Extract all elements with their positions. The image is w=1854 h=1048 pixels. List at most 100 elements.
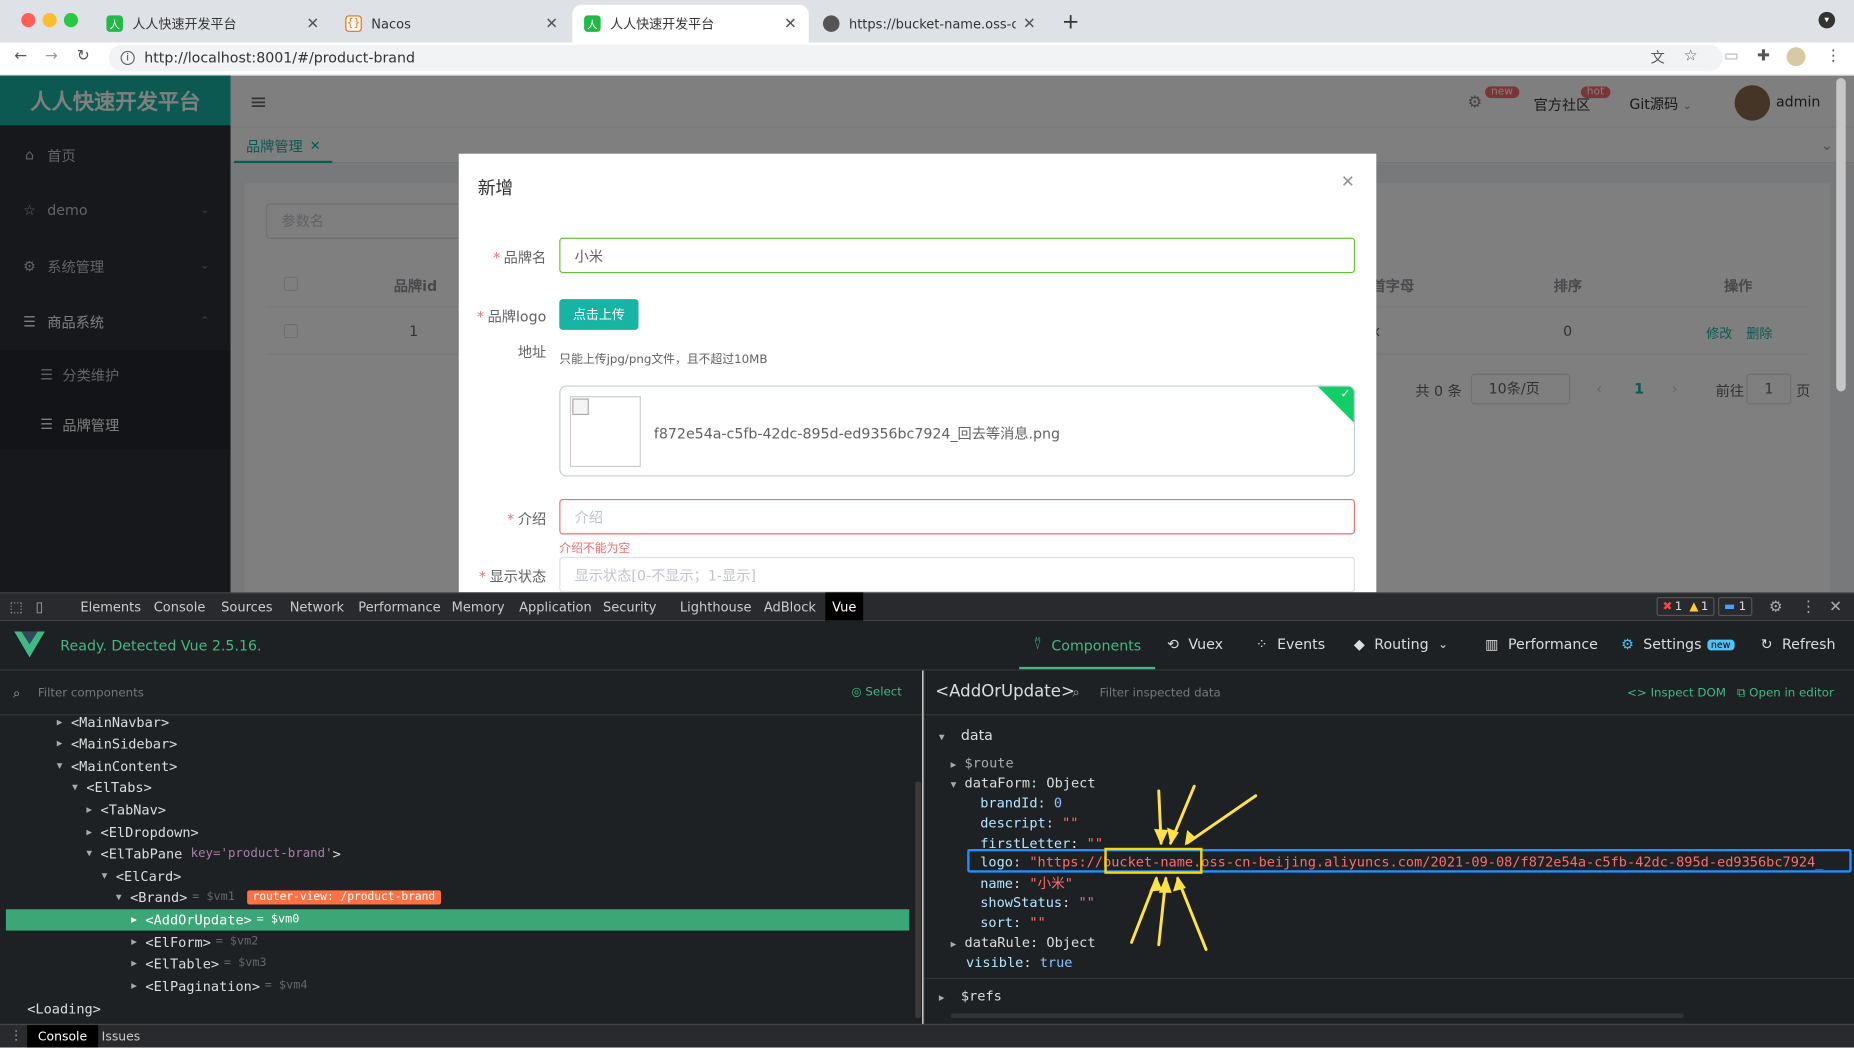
prop-datarule[interactable]: ▶ dataRule: Object [951,934,1096,951]
devtools-close-icon[interactable]: ✕ [1829,592,1842,620]
uploaded-file-item[interactable]: f872e54a-c5fb-42dc-895d-ed9356bc7924_回去等… [559,385,1356,477]
devtools-tab-sources[interactable]: Sources [221,592,272,620]
prop-descript[interactable]: descript: "" [980,815,1078,832]
inspect-element-icon[interactable]: ⬚ [9,592,22,620]
tree-node-maincontent[interactable]: ▼ <MainContent> [0,754,178,776]
devtools-tab-console[interactable]: Console [154,592,206,620]
tree-node-mainnavbar[interactable]: ▶ <MainNavbar> [0,711,169,733]
vue-nav-refresh[interactable]: ↻ Refresh [1761,636,1836,653]
tree-node-tabnav[interactable]: ▶ <TabNav> [0,798,166,820]
minimize-window-button[interactable] [42,13,57,28]
prop-route[interactable]: ▶ $route [951,754,1014,771]
vue-nav-events[interactable]: ⁘ Events [1256,636,1325,653]
upload-button[interactable]: 点击上传 [559,299,639,330]
prop-value: "小米" [1029,874,1073,892]
close-tab-icon[interactable]: ✕ [545,15,558,33]
message-counter[interactable]: ▬ 1 [1718,597,1753,617]
vue-nav-performance[interactable]: ▥ Performance [1485,636,1598,653]
tree-node-eltable[interactable]: ▶ <ElTable> = $vm3 [0,952,266,974]
tree-node-mainsidebar[interactable]: ▶ <MainSidebar> [0,732,178,754]
maximize-window-button[interactable] [63,13,79,28]
translate-icon[interactable]: 文 [1651,47,1665,67]
devtools-tab-adblock[interactable]: AdBlock [764,592,816,620]
drawer-tab-issues[interactable]: Issues [102,1030,141,1044]
devtools-more-icon[interactable]: ⋮ [1801,592,1816,620]
devtools-tab-vue[interactable]: Vue [825,592,864,621]
inspector-hscrollbar[interactable] [950,1013,1684,1019]
tree-node-addorupdate-selected[interactable]: ▶ <AddOrUpdate> = $vm0 [0,908,299,930]
tree-node-brand[interactable]: ▼ <Brand> = $vm1 router-view: /product-bran… [0,886,442,908]
devtools-tab-security[interactable]: Security [603,592,656,620]
browser-menu-icon[interactable]: ⋮ [1826,47,1841,65]
vue-nav-components[interactable]: ⍢ Components [1033,636,1141,654]
add-brand-dialog: 新增 ✕ * 品牌名 小米 * 品牌logo 地址 点击上传 只能上传jpg/png… [458,153,1377,593]
drawer-tab-console[interactable]: Console [27,1025,98,1048]
select-label: Select [865,685,902,699]
browser-tab-1[interactable]: 人 人人快速开发平台 ✕ [95,5,331,43]
show-status-input[interactable]: 显示状态[0-不显示；1-显示] [559,556,1356,593]
history-icon: ⟲ [1167,636,1179,653]
tree-node-eltabpane[interactable]: ▼ <ElTabPane key='product-brand' > [0,842,340,864]
tree-scrollbar[interactable] [915,781,922,1019]
vue-nav-routing[interactable]: ◆ Routing ⌄ [1354,636,1448,653]
descript-input[interactable]: 介绍 [559,498,1356,535]
filter-components-input[interactable]: Filter components [38,687,144,700]
devtools-tab-network[interactable]: Network [290,592,344,620]
new-tab-button[interactable]: + [1062,9,1080,34]
tree-node-eldropdown[interactable]: ▶ <ElDropdown> [0,821,198,843]
nav-label: Refresh [1781,636,1836,653]
select-component-button[interactable]: ◎ Select [851,686,902,699]
device-toolbar-icon[interactable]: ▯ [35,592,43,620]
browser-tab-3-active[interactable]: 人 人人快速开发平台 ✕ [572,4,809,43]
brand-name-input[interactable]: 小米 [559,237,1356,274]
browser-tab-4[interactable]: https://bucket-name.oss-cn-be ✕ [811,5,1047,43]
prop-showstatus[interactable]: showStatus: "" [980,894,1095,911]
devtools-tab-elements[interactable]: Elements [80,592,141,620]
devtools-tab-lighthouse[interactable]: Lighthouse [680,592,752,620]
filter-data-input[interactable]: Filter inspected data [1100,687,1221,700]
tree-node-elcard[interactable]: ▼ <ElCard> [0,864,182,886]
tree-node-elform[interactable]: ▶ <ElForm> = $vm2 [0,931,258,953]
devtools-tab-memory[interactable]: Memory [452,592,505,620]
cast-icon[interactable]: ▭ [1724,47,1739,65]
devtools-tab-application[interactable]: Application [519,592,592,620]
tab-search-icon[interactable]: ▾ [1818,11,1836,29]
close-tab-icon[interactable]: ✕ [1023,15,1036,33]
reload-icon[interactable]: ↻ [77,47,90,65]
vue-nav-settings[interactable]: ⚙ Settings new [1621,636,1735,653]
browser-tab-2[interactable]: {} Nacos ✕ [333,5,569,43]
devtools-settings-icon[interactable]: ⚙ [1769,592,1783,620]
profile-avatar-icon[interactable] [1786,47,1806,67]
refs-section-header[interactable]: ▶ $refs [939,987,1002,1004]
prop-brandid[interactable]: brandId: 0 [980,795,1062,812]
router-view-badge: router-view: /product-brand [246,889,442,904]
drawer-menu-icon[interactable]: ⋮ [9,1028,22,1043]
vue-nav-vuex[interactable]: ⟲ Vuex [1167,636,1223,653]
chevron-down-icon: ⌄ [1438,637,1449,651]
close-tab-icon[interactable]: ✕ [784,15,797,33]
prop-visible[interactable]: visible: true [966,954,1072,971]
extensions-icon[interactable]: ✚ [1757,47,1770,65]
back-icon[interactable]: ← [14,47,27,65]
prop-dataform[interactable]: ▼ dataForm: Object [951,774,1096,791]
settings-icon: ⚙ [1621,636,1634,653]
error-warning-counter[interactable]: ✖ 1 ▲ 1 [1656,597,1715,617]
address-bar[interactable]: i http://localhost:8001/#/product-brand [108,44,1723,71]
prop-name[interactable]: name: "小米" [980,874,1073,893]
devtools-tab-performance[interactable]: Performance [358,592,440,620]
tree-node-loading[interactable]: <Loading> [0,997,101,1019]
open-in-editor-button[interactable]: ⧉ Open in editor [1737,687,1834,700]
tree-node-eltabs[interactable]: ▼ <ElTabs> [0,776,152,798]
close-tab-icon[interactable]: ✕ [306,15,319,33]
prop-sort[interactable]: sort: "" [980,914,1046,931]
forward-icon[interactable]: → [45,47,58,65]
data-section-header[interactable]: ▼ data [939,727,993,744]
renren-favicon-icon: 人 [106,15,123,32]
page-scrollbar[interactable] [1836,78,1846,392]
tree-node-elpagination[interactable]: ▶ <ElPagination> = $vm4 [0,974,307,996]
vm-ref: = $vm1 [192,890,235,904]
close-window-button[interactable] [21,13,36,28]
close-icon[interactable]: ✕ [1341,173,1355,192]
bookmark-star-icon[interactable]: ☆ [1684,47,1698,65]
inspect-dom-button[interactable]: <> Inspect DOM [1627,687,1726,700]
